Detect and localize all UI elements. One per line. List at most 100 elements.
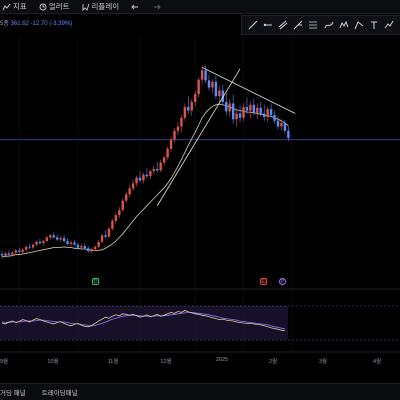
x-tick-label: 11월: [107, 359, 119, 365]
candle: [173, 127, 176, 143]
candle-body: [245, 107, 249, 111]
pitchfork-icon[interactable]: [291, 18, 305, 32]
replay-button[interactable]: 리플레이: [82, 1, 119, 12]
candle-body: [156, 168, 159, 171]
candle-body: [18, 250, 21, 252]
candle-body: [225, 101, 228, 112]
candle: [128, 185, 131, 198]
candle-body: [211, 81, 214, 88]
candle: [200, 66, 204, 85]
candle: [273, 110, 276, 124]
candle-body: [218, 90, 221, 97]
brush-icon[interactable]: [322, 18, 336, 32]
candle-body: [21, 249, 24, 252]
candle-body: [256, 107, 259, 113]
candle: [69, 240, 73, 247]
candle: [42, 239, 45, 246]
split-marker[interactable]: P: [279, 278, 286, 285]
candle-body: [42, 241, 45, 244]
candle: [266, 106, 269, 123]
pattern-icon[interactable]: [337, 18, 351, 32]
candle-body: [125, 194, 128, 201]
indicators-button[interactable]: 지표: [2, 1, 27, 12]
moving-average-line: [1, 103, 289, 258]
candle-body: [283, 122, 287, 131]
shapes-icon[interactable]: [352, 18, 366, 32]
candle: [121, 198, 124, 212]
earnings-marker[interactable]: E: [260, 278, 267, 285]
candle-body: [83, 246, 86, 249]
candle: [204, 65, 207, 84]
candle: [231, 94, 235, 124]
alert-button[interactable]: 얼러트: [39, 1, 70, 12]
candle: [190, 99, 193, 116]
horizontal-ray-icon[interactable]: [261, 18, 275, 32]
candle: [7, 250, 11, 257]
candle-body: [176, 126, 180, 131]
fib-icon[interactable]: [306, 18, 320, 32]
candle-body: [0, 254, 4, 256]
candle: [183, 103, 187, 121]
candle: [0, 251, 4, 259]
candle-body: [138, 177, 142, 181]
candle: [211, 78, 214, 94]
trend-line-icon[interactable]: [246, 18, 260, 32]
candle: [214, 76, 218, 100]
candle-body: [107, 228, 111, 237]
candle: [159, 160, 162, 172]
alert-label: 얼러트: [48, 2, 70, 11]
trendlines-layer[interactable]: [156, 67, 296, 206]
bottom-panel-bar: 거딩 패널 트레이딩패널: [0, 383, 400, 400]
price-chart[interactable]: [0, 0, 400, 400]
tab-screener-panel[interactable]: 거딩 패널: [0, 387, 26, 397]
candle-body: [7, 253, 11, 255]
indicators-label: 지표: [13, 2, 27, 11]
candle: [87, 246, 90, 253]
candle-body: [145, 174, 149, 177]
candle-body: [52, 235, 55, 238]
candle: [235, 109, 238, 127]
dividend-marker[interactable]: D: [92, 278, 99, 285]
candle-body: [73, 242, 76, 245]
candle: [59, 236, 62, 242]
candle-body: [187, 107, 190, 111]
candle-body: [87, 248, 90, 252]
candle-body: [190, 101, 193, 111]
text-icon[interactable]: [367, 18, 381, 32]
candle: [135, 175, 138, 187]
candle-body: [80, 246, 83, 248]
candle-body: [152, 168, 155, 172]
candle-body: [35, 241, 38, 245]
candle: [152, 165, 155, 175]
last-price: 361.62: [10, 21, 29, 27]
symbol-name-fragment: 5종: [0, 21, 9, 27]
candle-body: [276, 120, 280, 127]
candle-body: [228, 103, 231, 112]
candle: [176, 122, 180, 136]
candles-layer: [0, 65, 290, 259]
candle-body: [162, 157, 166, 163]
candle-body: [269, 109, 273, 115]
candle: [28, 243, 31, 249]
channel-icon[interactable]: [276, 18, 290, 32]
candle-body: [69, 242, 73, 244]
candle-body: [238, 113, 242, 118]
candle: [24, 245, 28, 252]
undo-button[interactable]: [131, 3, 140, 11]
redo-button[interactable]: [152, 3, 161, 11]
candle-body: [93, 246, 97, 249]
candle-body: [118, 210, 121, 216]
more-icon[interactable]: [382, 18, 396, 32]
candle-body: [66, 241, 69, 244]
candle-body: [24, 246, 28, 250]
candle: [242, 103, 245, 121]
candle: [249, 101, 252, 118]
candle-body: [249, 104, 252, 111]
candle-body: [242, 107, 245, 118]
candle: [111, 218, 114, 231]
candle: [197, 77, 200, 98]
candle-body: [4, 253, 7, 256]
candle: [180, 114, 183, 133]
tab-trading-panel[interactable]: 트레이딩패널: [42, 387, 78, 397]
candle-body: [59, 238, 62, 240]
